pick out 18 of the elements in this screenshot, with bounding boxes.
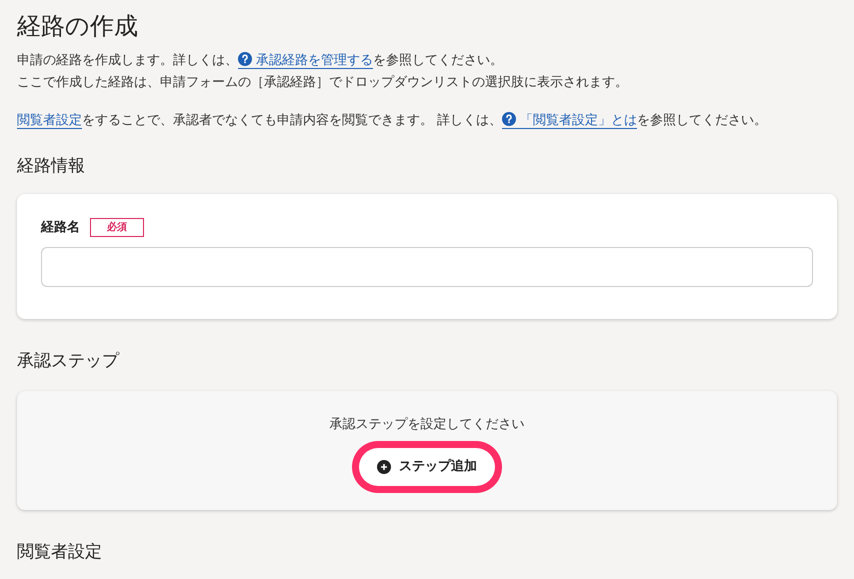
help-link[interactable]: 「閲覧者設定」とは <box>502 113 638 129</box>
field-label: 経路名 <box>41 218 80 236</box>
section-heading: 閲覧者設定 <box>17 540 103 564</box>
description-text: ここで作成した経路は、申請フォームの［承認経路］でドロップダウンリストの選択肢に表示されます。 <box>17 74 629 92</box>
section-heading: 承認ステップ <box>17 350 120 373</box>
help-link[interactable]: 閲覧者設定 <box>17 113 82 129</box>
plus-icon <box>377 460 391 474</box>
description-text: 閲覧者設定をすることで、承認者でなくても申請内容を閲覧できます。 詳しくは、 「閲覧者設定」とはを参照してください。 <box>17 111 768 131</box>
page-title: 経路の作成 <box>17 11 139 42</box>
help-icon <box>502 112 516 126</box>
add-step-button[interactable]: ステップ追加 <box>359 448 495 486</box>
help-icon <box>238 52 252 66</box>
help-link[interactable]: 承認経路を管理する <box>238 53 373 69</box>
route-name-field[interactable] <box>41 247 813 287</box>
empty-message: 承認ステップを設定してください <box>330 416 524 434</box>
description-text: 申請の経路を作成します。詳しくは、 承認経路を管理する を参照してください。 <box>17 51 504 71</box>
section-heading: 経路情報 <box>17 155 86 178</box>
required-badge: 必須 <box>90 218 144 237</box>
